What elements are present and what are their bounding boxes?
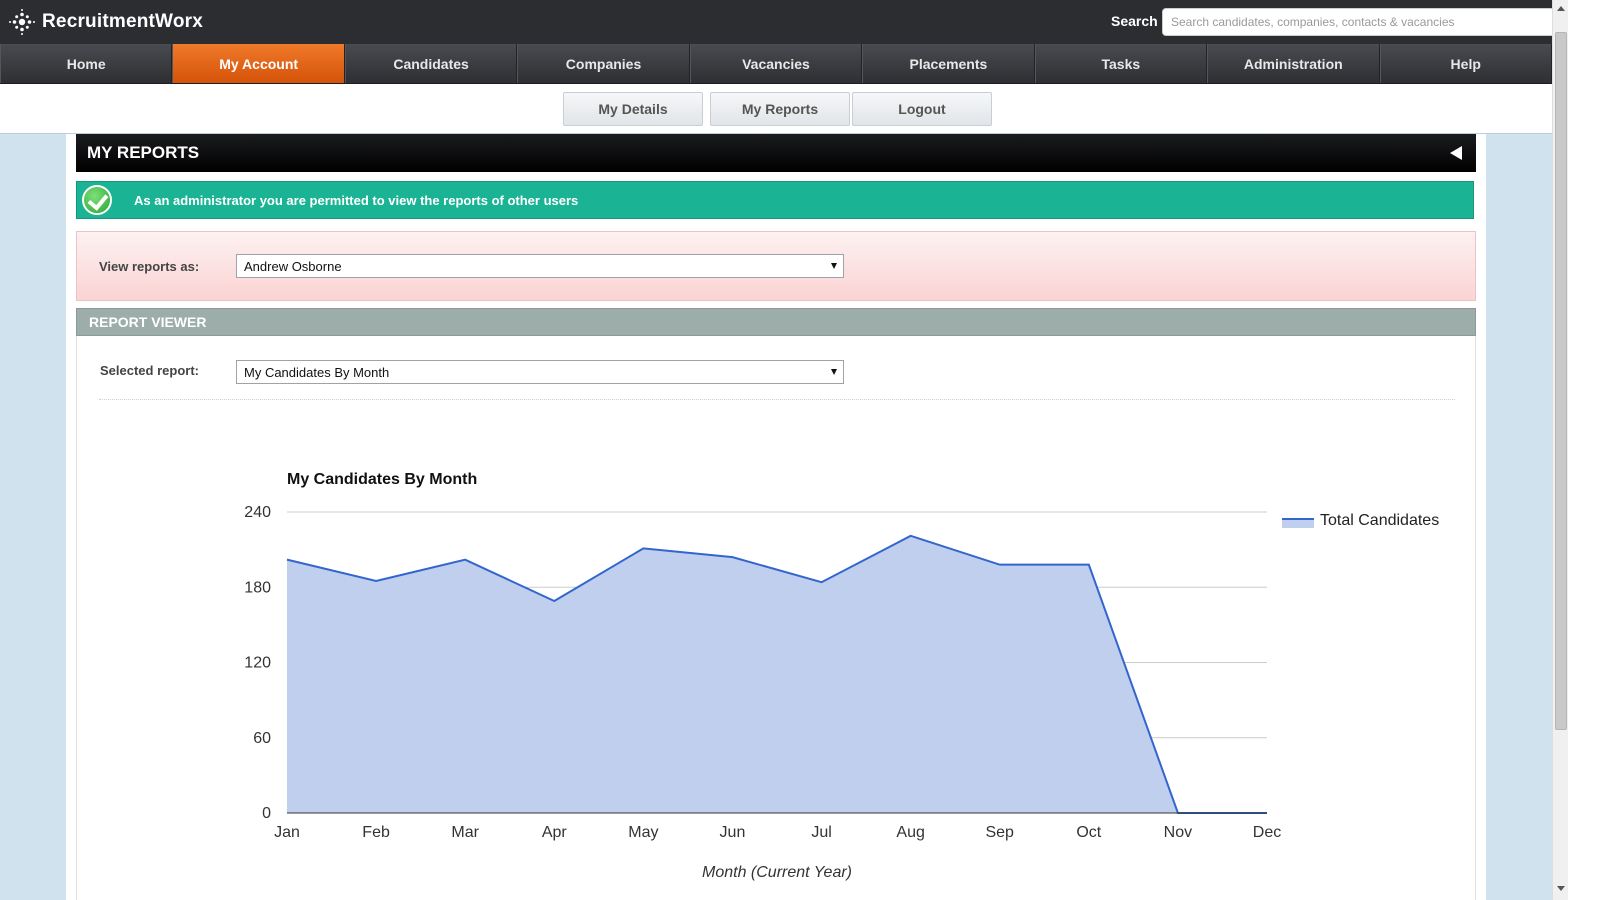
sparkle-dots-icon [8, 8, 36, 36]
candidates-chart: My Candidates By Month 0 60 120 180 240 Jan Fe… [244, 471, 1439, 881]
nav-item-home[interactable]: Home [0, 44, 173, 83]
app-logo[interactable]: RecruitmentWorx [8, 8, 203, 36]
x-tick-label: May [628, 824, 658, 841]
nav-item-vacancies[interactable]: Vacancies [689, 44, 863, 83]
x-tick-label: Jan [274, 824, 300, 841]
y-tick-label: 60 [253, 730, 271, 747]
scroll-down-icon[interactable] [1557, 886, 1565, 891]
x-tick-label: Nov [1164, 824, 1192, 841]
nav-item-candidates[interactable]: Candidates [344, 44, 518, 83]
my-details-button[interactable]: My Details [563, 92, 703, 126]
chart-legend: Total Candidates [1282, 512, 1439, 529]
x-tick-label: Jun [720, 824, 746, 841]
y-tick-label: 0 [262, 805, 271, 822]
view-as-panel: View reports as: Andrew Osborne [76, 231, 1476, 301]
section-header: MY REPORTS [76, 134, 1476, 172]
logout-button[interactable]: Logout [852, 92, 992, 126]
report-viewer-body: Selected report: My Candidates By Month … [76, 336, 1476, 900]
x-tick-label: Dec [1253, 824, 1281, 841]
nav-item-placements[interactable]: Placements [862, 44, 1035, 83]
series-area [287, 535, 1267, 813]
nav-item-administration[interactable]: Administration [1207, 44, 1380, 83]
nav-item-help[interactable]: Help [1379, 44, 1552, 83]
vertical-scrollbar[interactable] [1552, 0, 1568, 900]
legend-label: Total Candidates [1320, 512, 1439, 529]
view-as-label: View reports as: [99, 259, 200, 274]
x-tick-label: Apr [542, 824, 568, 841]
x-axis-label: Month (Current Year) [702, 864, 852, 881]
scrollbar-thumb[interactable] [1555, 32, 1567, 730]
nav-item-companies[interactable]: Companies [517, 44, 690, 83]
x-tick-label: Oct [1076, 824, 1101, 841]
content-panel: MY REPORTS As an administrator you are p… [66, 134, 1486, 900]
x-tick-label: Aug [896, 824, 924, 841]
x-tick-label: Mar [451, 824, 479, 841]
notice-text: As an administrator you are permitted to… [134, 192, 579, 208]
admin-notice: As an administrator you are permitted to… [76, 181, 1474, 219]
view-as-selected-value: Andrew Osborne [244, 258, 342, 274]
window-edge [1568, 0, 1600, 900]
section-title: MY REPORTS [87, 143, 200, 162]
x-tick-label: Jul [811, 824, 831, 841]
chevron-down-icon [831, 263, 837, 269]
chart-title: My Candidates By Month [287, 471, 477, 488]
nav-item-tasks[interactable]: Tasks [1034, 44, 1208, 83]
main-nav: Home My Account Candidates Companies Vac… [0, 44, 1552, 84]
y-tick-label: 240 [244, 504, 271, 521]
x-tick-label: Sep [985, 824, 1014, 841]
y-tick-label: 180 [244, 579, 271, 596]
view-as-select[interactable]: Andrew Osborne [236, 254, 844, 278]
search-input[interactable] [1162, 8, 1574, 36]
top-header: RecruitmentWorx Search [0, 0, 1574, 44]
checkmark-circle-icon [82, 185, 112, 215]
triangle-left-icon[interactable] [1450, 146, 1462, 160]
app-name: RecruitmentWorx [42, 11, 204, 32]
x-tick-label: Feb [362, 824, 390, 841]
report-viewer-header: REPORT VIEWER [76, 308, 1476, 336]
y-tick-label: 120 [244, 655, 271, 672]
scroll-up-icon[interactable] [1557, 6, 1565, 11]
sub-nav: My Details My Reports Logout [0, 84, 1552, 134]
my-reports-button[interactable]: My Reports [710, 92, 850, 126]
search-label: Search [1111, 13, 1158, 29]
nav-item-my-account[interactable]: My Account [172, 44, 345, 83]
